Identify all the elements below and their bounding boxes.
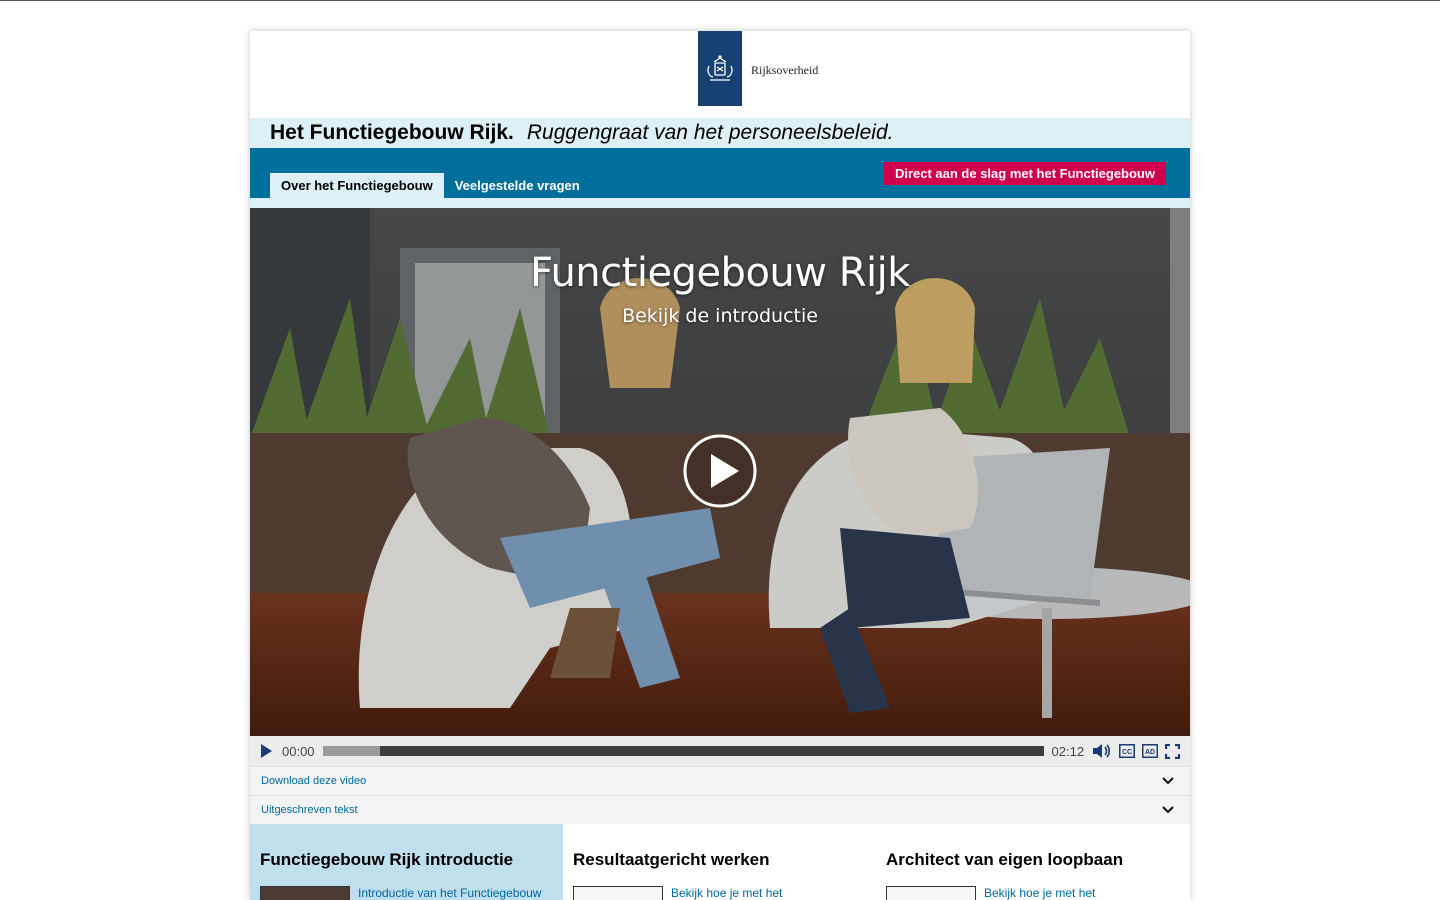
section-heading: Functiegebouw Rijk introductie [260, 850, 514, 869]
page-title: Het Functiegebouw Rijk. [270, 121, 514, 144]
tab-over-het-functiegebouw[interactable]: Over het Functiegebouw [270, 173, 444, 198]
accordion-transcript[interactable]: Uitgeschreven tekst [250, 795, 1190, 824]
nav-tabs: Over het Functiegebouw Veelgestelde vrag… [270, 173, 591, 198]
list-item: Bekijk hoe je met het [573, 886, 866, 900]
video-link[interactable]: Bekijk hoe je met het [671, 886, 782, 900]
video-link[interactable]: Bekijk hoe je met het [984, 886, 1095, 900]
big-play-icon[interactable] [683, 434, 757, 508]
accordion-label: Uitgeschreven tekst [261, 804, 358, 816]
video-thumbnail[interactable] [573, 886, 663, 900]
main-nav: Over het Functiegebouw Veelgestelde vrag… [250, 148, 1190, 198]
play-icon[interactable] [260, 744, 272, 758]
duration: 02:12 [1051, 743, 1085, 759]
video-sections: Functiegebouw Rijk introductie Introduct… [250, 824, 1190, 900]
top-border-line [0, 0, 1440, 1]
coat-of-arms-icon [707, 54, 733, 81]
list-item: Introductie van het Functiegebouw [260, 886, 553, 900]
page-tagline: Ruggengraat van het personeelsbeleid. [526, 121, 894, 144]
volume-icon[interactable] [1092, 743, 1112, 759]
title-bar: Het Functiegebouw Rijk. Ruggengraat van … [250, 118, 1190, 148]
section-heading: Resultaatgericht werken [573, 850, 770, 869]
progress-bar[interactable] [322, 746, 1044, 756]
chevron-down-icon [1162, 806, 1174, 814]
control-buttons: CC AD [1092, 743, 1181, 759]
list-item: Bekijk hoe je met het [886, 886, 1179, 900]
fullscreen-icon[interactable] [1165, 743, 1181, 759]
svg-text:AD: AD [1145, 749, 1155, 756]
audio-description-icon[interactable]: AD [1142, 744, 1159, 758]
svg-text:CC: CC [1122, 749, 1132, 756]
video-thumbnail[interactable] [260, 886, 350, 900]
rijksoverheid-logo[interactable] [698, 31, 742, 106]
logo-wordmark: Rijksoverheid [751, 63, 819, 77]
brand-header: Rijksoverheid [250, 31, 1190, 118]
section-architect: Architect van eigen loopbaan Bekijk hoe … [876, 824, 1189, 900]
video-overlay-subtitle: Bekijk de introductie [622, 305, 818, 327]
page-container: Rijksoverheid Het Functiegebouw Rijk. Ru… [250, 31, 1190, 900]
video-controls: 00:00 02:12 CC AD [250, 736, 1190, 766]
section-introductie: Functiegebouw Rijk introductie Introduct… [250, 824, 563, 900]
section-heading: Architect van eigen loopbaan [886, 850, 1124, 869]
video-link[interactable]: Introductie van het Functiegebouw [358, 886, 541, 900]
accordion-download-video[interactable]: Download deze video [250, 766, 1190, 795]
video-overlay-title: Functiegebouw Rijk [530, 250, 910, 296]
current-time: 00:00 [282, 743, 315, 759]
accordion-label: Download deze video [261, 775, 367, 787]
nav-bottom-strip [250, 198, 1190, 208]
section-resultaatgericht: Resultaatgericht werken Bekijk hoe je me… [563, 824, 876, 900]
captions-icon[interactable]: CC [1119, 744, 1136, 758]
buffered-bar [322, 746, 381, 756]
direct-aan-de-slag-button[interactable]: Direct aan de slag met het Functiegebouw [883, 162, 1166, 185]
video-thumbnail[interactable] [886, 886, 976, 900]
chevron-down-icon [1162, 777, 1174, 785]
tab-veelgestelde-vragen[interactable]: Veelgestelde vragen [444, 173, 591, 198]
video-player[interactable]: Functiegebouw Rijk Bekijk de introductie [250, 208, 1190, 736]
